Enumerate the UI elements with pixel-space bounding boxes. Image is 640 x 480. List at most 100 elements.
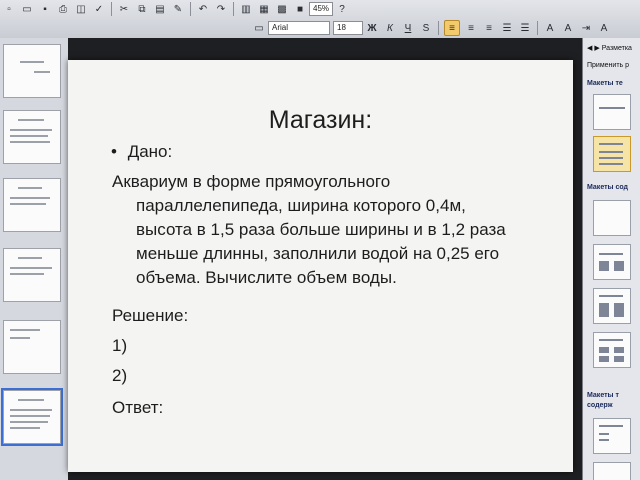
open-icon[interactable]: ▭	[20, 2, 34, 16]
chart-icon[interactable]: ▥	[239, 2, 253, 16]
slide-editing-area: Магазин: • Дано: Аквариум в форме прямоу…	[68, 38, 582, 480]
layout-bar	[599, 107, 625, 109]
format-painter-icon[interactable]: ✎	[171, 2, 185, 16]
given-line[interactable]: • Дано:	[111, 142, 172, 162]
print-icon[interactable]: ⎙	[56, 2, 70, 16]
thumbnail-text-line	[10, 329, 40, 331]
thumbnail-text-line	[10, 415, 50, 417]
layout-blank[interactable]	[593, 200, 631, 236]
toolbar-separator	[233, 2, 234, 16]
forward-icon[interactable]: ▶	[594, 45, 599, 52]
align-center-icon[interactable]: ≡	[464, 21, 478, 35]
layout-two-content[interactable]	[593, 288, 631, 324]
slide-title[interactable]: Магазин:	[68, 106, 573, 135]
numbered-list-icon[interactable]: ☰	[500, 21, 514, 35]
thumbnail-text-line	[10, 337, 30, 339]
layout-bar	[614, 356, 624, 362]
grid-icon[interactable]: ▩	[275, 2, 289, 16]
toolbar-separator	[537, 21, 538, 35]
align-left-icon[interactable]: ≡	[444, 20, 460, 36]
layout-bar	[599, 143, 623, 145]
toolbar-row-2: ▭ Arial 18 Ж К Ч S ≡ ≡ ≡ ☰ ☰ A A ⇥ A	[250, 19, 613, 37]
layout-bar	[599, 253, 623, 255]
slide-thumbnail[interactable]	[3, 178, 61, 232]
font-color-icon[interactable]: A	[597, 21, 611, 35]
given-label: Дано:	[127, 142, 173, 161]
solution-label[interactable]: Решение:	[112, 306, 188, 326]
cut-icon[interactable]: ✂	[117, 2, 131, 16]
thumbnail-text-line	[10, 135, 48, 137]
current-slide[interactable]: Магазин: • Дано: Аквариум в форме прямоу…	[68, 60, 573, 472]
problem-text-block[interactable]: Аквариум в форме прямоугольного параллел…	[112, 170, 522, 290]
undo-icon[interactable]: ↶	[196, 2, 210, 16]
layout-title-content-text[interactable]	[593, 462, 631, 480]
layout-title-and-text[interactable]	[593, 136, 631, 172]
solution-step-2[interactable]: 2)	[112, 366, 127, 386]
bold-icon[interactable]: Ж	[365, 21, 379, 35]
thumbnail-text-line	[34, 71, 50, 73]
table-icon[interactable]: ▦	[257, 2, 271, 16]
decrease-font-icon[interactable]: A	[561, 21, 575, 35]
bullet-glyph: •	[111, 142, 117, 161]
thumbnail-text-line	[18, 399, 44, 401]
shadow-icon[interactable]: S	[419, 21, 433, 35]
layout-bar	[599, 261, 609, 271]
layout-bar	[599, 157, 623, 159]
underline-icon[interactable]: Ч	[401, 21, 415, 35]
indent-icon[interactable]: ⇥	[579, 21, 593, 35]
layout-bar	[599, 439, 609, 441]
thumbnail-text-line	[18, 119, 44, 121]
back-icon[interactable]: ◀	[587, 45, 592, 52]
font-box-icon[interactable]: ▭	[252, 21, 266, 35]
layout-bar	[614, 347, 624, 353]
thumbnail-text-line	[10, 273, 44, 275]
text-content-layouts-section-label: Макеты т	[587, 392, 619, 399]
solution-step-1[interactable]: 1)	[112, 336, 127, 356]
new-document-icon[interactable]: ▫	[2, 2, 16, 16]
zoom-select[interactable]: 45%	[309, 2, 334, 16]
layout-title-only[interactable]	[593, 94, 631, 130]
italic-icon[interactable]: К	[383, 21, 397, 35]
answer-label[interactable]: Ответ:	[112, 398, 163, 418]
layout-bar	[599, 151, 623, 153]
thumbnail-text-line	[18, 257, 42, 259]
slide-thumbnail[interactable]	[3, 44, 61, 98]
task-pane-title: Разметка	[601, 45, 632, 52]
slide-thumbnail[interactable]	[3, 320, 61, 374]
thumbnail-text-line	[10, 129, 52, 131]
layout-bar	[599, 303, 609, 317]
help-icon[interactable]: ?	[335, 2, 349, 16]
paste-icon[interactable]: ▤	[153, 2, 167, 16]
font-name-select[interactable]: Arial	[268, 21, 330, 35]
task-pane-header: ◀ ▶ Разметка	[583, 44, 640, 56]
layout-title-text-content[interactable]	[593, 418, 631, 454]
layout-bar	[599, 295, 623, 297]
toolbar: ▫ ▭ ▪ ⎙ ◫ ✓ ✂ ⧉ ▤ ✎ ↶ ↷ ▥ ▦ ▩ ■ 45% ? ▭ …	[0, 0, 640, 39]
layout-four-content[interactable]	[593, 332, 631, 368]
layout-bar	[599, 356, 609, 362]
thumbnail-text-line	[10, 421, 48, 423]
bulleted-list-icon[interactable]: ☰	[518, 21, 532, 35]
thumbnail-text-line	[10, 141, 50, 143]
problem-text: Аквариум в форме прямоугольного параллел…	[112, 172, 506, 287]
align-right-icon[interactable]: ≡	[482, 21, 496, 35]
copy-icon[interactable]: ⧉	[135, 2, 149, 16]
redo-icon[interactable]: ↷	[214, 2, 228, 16]
slide-thumbnail-selected[interactable]	[1, 388, 63, 446]
color-grayscale-icon[interactable]: ■	[293, 2, 307, 16]
save-icon[interactable]: ▪	[38, 2, 52, 16]
slide-thumbnail[interactable]	[3, 248, 61, 302]
layout-bar	[599, 433, 609, 435]
slide-layout-task-pane: ◀ ▶ Разметка Применить р Макеты те Макет…	[582, 38, 640, 480]
font-size-select[interactable]: 18	[333, 21, 363, 35]
thumbnail-text-line	[10, 267, 52, 269]
toolbar-separator	[190, 2, 191, 16]
layout-bar	[614, 303, 624, 317]
print-preview-icon[interactable]: ◫	[74, 2, 88, 16]
slide-thumbnail[interactable]	[3, 110, 61, 164]
layout-content[interactable]	[593, 244, 631, 280]
spell-check-icon[interactable]: ✓	[92, 2, 106, 16]
toolbar-separator	[111, 2, 112, 16]
toolbar-separator	[438, 21, 439, 35]
increase-font-icon[interactable]: A	[543, 21, 557, 35]
